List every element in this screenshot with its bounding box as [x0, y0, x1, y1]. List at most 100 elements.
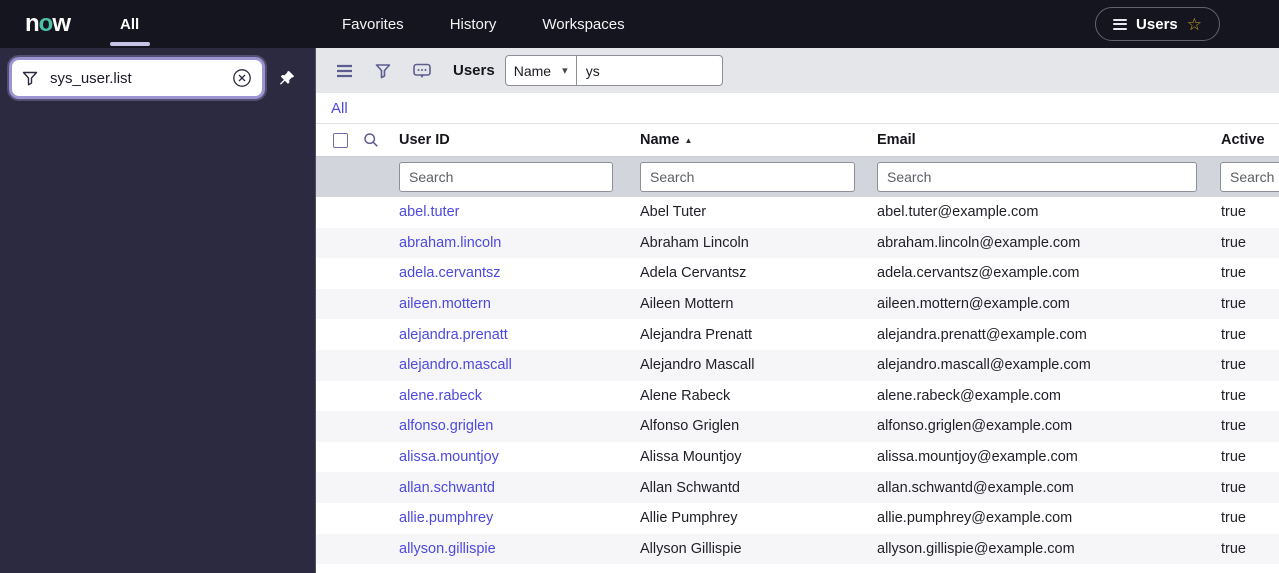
user-email-cell: allyson.gillispie@example.com	[877, 540, 1075, 557]
user-id-link[interactable]: allie.pumphrey	[399, 510, 493, 526]
user-active-cell: true	[1221, 479, 1246, 496]
all-menu-sidebar	[0, 48, 316, 573]
user-id-link[interactable]: aileen.mottern	[399, 296, 491, 312]
user-id-link[interactable]: alejandra.prenatt	[399, 327, 508, 343]
column-header-label: Active	[1221, 132, 1265, 148]
tab-all-menu[interactable]: All	[109, 0, 150, 48]
user-active-cell: true	[1221, 357, 1246, 374]
column-header-email[interactable]: Email	[877, 132, 1221, 148]
breadcrumb: All	[316, 93, 1279, 124]
table-body: abel.tuter Abel Tuter abel.tuter@example…	[316, 197, 1279, 573]
breadcrumb-all-link[interactable]: All	[331, 100, 348, 117]
user-id-search-input[interactable]	[399, 162, 613, 192]
column-search-toggle-button[interactable]	[363, 132, 379, 148]
logo-letter: w	[52, 10, 71, 37]
column-search-row	[316, 157, 1279, 197]
column-header-label: User ID	[399, 132, 450, 148]
list-toolbar: Users Name ▾	[316, 48, 1279, 93]
user-email-cell: abel.tuter@example.com	[877, 204, 1039, 221]
user-active-cell: true	[1221, 265, 1246, 282]
user-id-link[interactable]: allan.schwantd	[399, 480, 495, 496]
table-row: alejandra.prenatt Alejandra Prenatt alej…	[316, 319, 1279, 350]
user-active-cell: true	[1221, 510, 1246, 527]
user-active-cell: true	[1221, 326, 1246, 343]
tab-all-label: All	[120, 15, 140, 33]
active-search-input[interactable]	[1220, 162, 1279, 192]
list-title: Users	[453, 62, 495, 79]
table-row: allie.pumphrey Allie Pumphrey allie.pump…	[316, 502, 1279, 534]
user-email-cell: abraham.lincoln@example.com	[877, 234, 1081, 251]
user-id-link[interactable]: alene.rabeck	[399, 388, 482, 404]
active-tab-underline	[109, 42, 150, 46]
user-email-cell: aileen.mottern@example.com	[877, 296, 1070, 313]
logo-letter: n	[25, 10, 40, 37]
list-view-main: Users Name ▾ All	[316, 48, 1279, 573]
hamburger-menu-icon	[337, 64, 352, 77]
list-menu-button[interactable]	[336, 64, 353, 78]
table-row: alene.rabeck Alene Rabeck alene.rabeck@e…	[316, 380, 1279, 412]
user-id-cell: allan.schwantd	[399, 480, 640, 496]
filter-icon	[22, 71, 38, 86]
user-id-cell: alissa.mountjoy	[399, 449, 640, 465]
column-header-user-id[interactable]: User ID	[399, 132, 640, 148]
user-name-cell: Alejandra Prenatt	[640, 326, 753, 343]
search-column-select[interactable]: Name ▾	[504, 55, 577, 86]
table-row: abraham.lincoln Abraham Lincoln abraham.…	[316, 227, 1279, 259]
user-id-link[interactable]: abel.tuter	[399, 204, 459, 220]
search-icon	[364, 133, 378, 147]
table-row: alejandro.mascall Alejandro Mascall alej…	[316, 349, 1279, 381]
user-email-cell: alfonso.griglen@example.com	[877, 418, 1073, 435]
table-row: alfonso.griglen Alfonso Griglen alfonso.…	[316, 411, 1279, 442]
servicenow-logo[interactable]: now	[25, 10, 71, 38]
user-name-cell: Alfonso Griglen	[640, 418, 740, 435]
user-id-link[interactable]: abraham.lincoln	[399, 235, 501, 251]
user-id-link[interactable]: alejandro.mascall	[399, 357, 512, 373]
column-header-label: Email	[877, 132, 916, 148]
user-id-link[interactable]: alissa.mountjoy	[399, 449, 499, 465]
column-header-active[interactable]: Active	[1221, 132, 1279, 148]
user-id-cell: adela.cervantsz	[399, 265, 640, 281]
user-id-link[interactable]: allyson.gillispie	[399, 541, 496, 557]
user-active-cell: true	[1221, 418, 1246, 435]
context-users-button[interactable]: Users ☆	[1095, 7, 1220, 41]
header-gutter	[316, 132, 399, 148]
chat-button[interactable]	[413, 63, 431, 79]
clear-filter-button[interactable]	[232, 68, 252, 88]
user-id-cell: aileen.mottern	[399, 296, 640, 312]
user-email-cell: allie.pumphrey@example.com	[877, 510, 1073, 527]
select-all-checkbox[interactable]	[333, 132, 348, 148]
email-search-input[interactable]	[877, 162, 1197, 192]
user-email-cell: alejandra.prenatt@example.com	[877, 326, 1087, 343]
filter-builder-button[interactable]	[375, 63, 391, 79]
favorite-star-icon[interactable]: ☆	[1187, 16, 1202, 33]
nav-item-history[interactable]: History	[450, 16, 497, 33]
topbar-right: Users ☆	[1095, 0, 1220, 48]
nav-item-workspaces[interactable]: Workspaces	[542, 16, 624, 33]
user-active-cell: true	[1221, 296, 1246, 313]
user-name-cell: Aileen Mottern	[640, 296, 734, 313]
topbar-nav: Favorites History Workspaces	[342, 0, 625, 48]
user-email-cell: adela.cervantsz@example.com	[877, 265, 1080, 282]
user-active-cell: true	[1221, 204, 1246, 221]
user-id-cell: abel.tuter	[399, 204, 640, 220]
sidebar-filter-box	[12, 60, 262, 96]
user-id-cell: allie.pumphrey	[399, 510, 640, 526]
user-active-cell: true	[1221, 449, 1246, 466]
search-row-gutter	[316, 157, 399, 197]
column-header-name[interactable]: Name ▲	[640, 132, 877, 148]
user-id-link[interactable]: alfonso.griglen	[399, 418, 493, 434]
pushpin-icon	[279, 70, 295, 85]
list-search-input[interactable]	[576, 55, 723, 86]
column-header-label: Name	[640, 132, 680, 148]
user-id-cell: abraham.lincoln	[399, 235, 640, 251]
user-active-cell: true	[1221, 234, 1246, 251]
nav-item-favorites[interactable]: Favorites	[342, 16, 404, 33]
user-name-cell: Allyson Gillispie	[640, 540, 742, 557]
user-id-cell: alfonso.griglen	[399, 418, 640, 434]
topbar-left: now All	[0, 0, 316, 48]
list-icon	[1113, 18, 1128, 30]
name-search-input[interactable]	[640, 162, 855, 192]
user-id-link[interactable]: adela.cervantsz	[399, 265, 501, 281]
sidebar-filter-input[interactable]	[50, 69, 232, 87]
pin-sidebar-button[interactable]	[278, 69, 296, 87]
